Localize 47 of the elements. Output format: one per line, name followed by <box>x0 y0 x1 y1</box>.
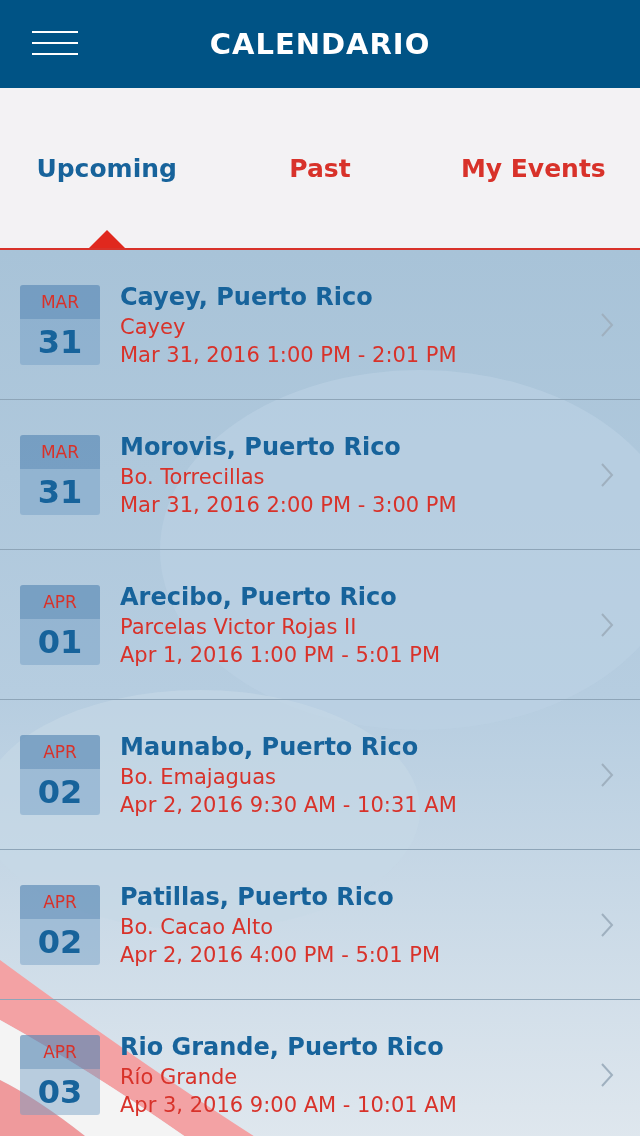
tab[interactable]: My Events <box>426 88 640 248</box>
event-time: Apr 2, 2016 4:00 PM - 5:01 PM <box>120 942 441 967</box>
event-time: Apr 3, 2016 9:00 AM - 10:01 AM <box>120 1092 458 1117</box>
tab[interactable]: Past <box>213 88 427 248</box>
date-month: APR <box>20 1034 100 1069</box>
event-place: Bo. Torrecillas <box>120 464 266 489</box>
event-time: Mar 31, 2016 1:00 PM - 2:01 PM <box>120 342 458 367</box>
date-month: APR <box>20 584 100 619</box>
date-month: MAR <box>20 434 100 469</box>
event-row[interactable]: APR 02 Patillas, Puerto Rico Bo. Cacao Alto Apr 2, 2016 4:00 PM - 5:01 PM <box>0 850 640 1000</box>
date-month: APR <box>20 884 100 919</box>
event-title: Patillas, Puerto Rico <box>120 882 395 911</box>
event-title: Morovis, Puerto Rico <box>120 432 402 461</box>
event-row[interactable]: APR 03 Rio Grande, Puerto Rico Río Grande Apr 3, 2016 9:00 AM - 10:01 AM <box>0 1000 640 1136</box>
event-place: Bo. Cacao Alto <box>120 914 274 939</box>
chevron-icon <box>600 461 614 488</box>
menu-icon[interactable] <box>32 30 78 56</box>
date-day: 31 <box>20 318 100 365</box>
date-day: 02 <box>20 918 100 965</box>
screen-title: CALENDARIO <box>209 27 431 61</box>
chevron-icon <box>600 911 614 938</box>
date-day: 01 <box>20 618 100 665</box>
date-day: 03 <box>20 1068 100 1115</box>
chevron-icon <box>600 1061 614 1088</box>
event-place: Río Grande <box>120 1064 239 1089</box>
date-day: 31 <box>20 468 100 515</box>
event-row[interactable]: APR 02 Maunabo, Puerto Rico Bo. Emajaguas Apr 2, 2016 9:30 AM - 10:31 AM <box>0 700 640 850</box>
event-time: Mar 31, 2016 2:00 PM - 3:00 PM <box>120 492 458 517</box>
event-place: Parcelas Victor Rojas II <box>120 614 358 639</box>
date-day: 02 <box>20 768 100 815</box>
chevron-icon <box>600 761 614 788</box>
event-place: Cayey <box>120 314 187 339</box>
event-title: Maunabo, Puerto Rico <box>120 732 420 761</box>
event-row[interactable]: MAR 31 Cayey, Puerto Rico Cayey Mar 31, 2016 1:00 PM - 2:01 PM <box>0 250 640 400</box>
chevron-icon <box>600 611 614 638</box>
event-time: Apr 2, 2016 9:30 AM - 10:31 AM <box>120 792 458 817</box>
event-row[interactable]: APR 01 Arecibo, Puerto Rico Parcelas Victor Rojas II Apr 1, 2016 1:00 PM - 5:01 PM <box>0 550 640 700</box>
event-title: Cayey, Puerto Rico <box>120 282 374 311</box>
event-time: Apr 1, 2016 1:00 PM - 5:01 PM <box>120 642 441 667</box>
date-month: MAR <box>20 284 100 319</box>
chevron-icon <box>600 311 614 338</box>
event-place: Bo. Emajaguas <box>120 764 277 789</box>
event-title: Arecibo, Puerto Rico <box>120 582 398 611</box>
date-month: APR <box>20 734 100 769</box>
event-title: Rio Grande, Puerto Rico <box>120 1032 445 1061</box>
tab[interactable]: Upcoming <box>0 88 214 248</box>
event-row[interactable]: MAR 31 Morovis, Puerto Rico Bo. Torrecillas Mar 31, 2016 2:00 PM - 3:00 PM <box>0 400 640 550</box>
